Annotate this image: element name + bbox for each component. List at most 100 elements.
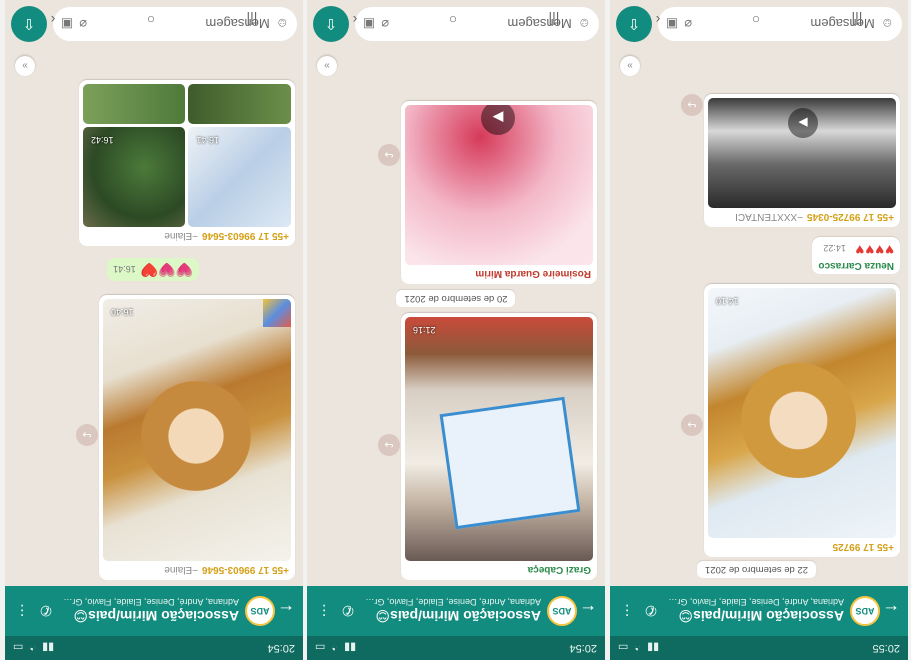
image-message[interactable]: +55 17 99725 14:10 [704,284,900,557]
group-avatar[interactable]: ADS [850,596,880,626]
status-bar: 20:55 ▮▮ ◔ ▭ [610,636,908,660]
recents-icon[interactable]: ||| [246,12,257,28]
back-arrow-icon[interactable]: ← [277,601,295,622]
forward-icon[interactable]: ↪ [378,434,400,456]
sender-phone: +55 17 99603-5646 [201,564,289,575]
call-icon[interactable]: ✆ [339,603,357,620]
image-message[interactable]: +55 17 99603-5646~Elaine 16:40 [99,295,295,580]
more-options-icon[interactable]: ⋮ [618,603,636,620]
home-icon[interactable]: ○ [752,12,760,28]
chat-header[interactable]: ← ADS Associação Mirim/pais😊 Adriana, An… [610,586,908,636]
play-button[interactable]: ▶ [481,105,515,135]
message-list[interactable]: +55 17 99603-5646~Elaine 16:40 ↪ 💗💗❤️ 16:… [5,48,303,586]
scroll-down-button[interactable]: » [620,56,640,76]
photo-booklet[interactable]: 16:41 [188,127,291,227]
recents-icon[interactable]: ||| [851,12,862,28]
signal-icon: ▮▮ [344,641,357,654]
more-options-icon[interactable]: ⋮ [13,603,31,620]
forward-icon[interactable]: ↪ [76,424,98,446]
sender-name: Neuza Carrasco [818,260,894,271]
message-time: 21:16 [413,325,436,335]
message-time: 16:41 [113,264,136,275]
image-message[interactable]: Grazi Cabeça 21:16 [401,313,597,580]
sender-name: ~Elaine [164,230,198,241]
image-grid-message[interactable]: +55 17 99603-5646~Elaine 16:41 16:42 [79,80,295,246]
video-thumbnail[interactable]: ▶ [708,98,896,208]
battery-icon: ▭ [315,641,326,654]
group-title: Associação Mirim/pais😊 [678,608,844,625]
group-title: Associação Mirim/pais😊 [73,608,239,625]
recents-icon[interactable]: ||| [548,12,559,28]
forward-icon[interactable]: ↪ [681,94,703,116]
reaction-emojis: 💗💗❤️ [140,262,193,278]
call-icon[interactable]: ✆ [642,603,660,620]
photo-plants[interactable]: 16:42 [83,127,186,227]
forward-icon[interactable]: ↪ [681,414,703,436]
back-icon[interactable]: ‹ [656,12,661,28]
message-time: 16:40 [111,307,134,317]
play-icon: ▶ [492,110,504,127]
forward-icon[interactable]: ↪ [378,144,400,166]
status-time: 20:54 [267,642,295,654]
phone-screenshot-1: 20:54 ▮▮ ◔ ▭ ← ADS Associação Mirim/pais😊 … [5,0,303,660]
group-avatar[interactable]: ADS [245,596,275,626]
photo-lion-craft[interactable]: 16:40 [103,299,291,561]
battery-icon: ▭ [13,641,24,654]
more-options-icon[interactable]: ⋮ [315,603,333,620]
call-icon[interactable]: ✆ [37,603,55,620]
battery-icon: ▭ [618,641,629,654]
group-members: Adriana, André, Denise, Elaide, Flavio, … [363,597,541,608]
sender-name: ~Elaine [164,564,198,575]
scroll-down-button[interactable]: » [15,56,35,76]
status-time: 20:55 [872,642,900,654]
home-icon[interactable]: ○ [449,12,457,28]
system-nav-bar: ||| ○ ‹ [5,0,303,40]
home-icon[interactable]: ○ [147,12,155,28]
photo-plants-2[interactable] [188,84,291,124]
back-arrow-icon[interactable]: ← [882,601,900,622]
chat-header[interactable]: ← ADS Associação Mirim/pais😊 Adriana, An… [5,586,303,636]
back-icon[interactable]: ‹ [51,12,56,28]
group-members: Adriana, André, Denise, Elaide, Flavio, … [666,597,844,608]
message-time: 14:22 [823,243,846,253]
message-list[interactable]: Grazi Cabeça 21:16 ↪ 20 de setembro de 2… [307,48,605,586]
wifi-icon: ◔ [29,642,37,654]
photo-child-booklet[interactable]: 21:16 [405,317,593,561]
phone-screenshot-2: 20:54 ▮▮ ◔ ▭ ← ADS Associação Mirim/pais😊 … [307,0,605,660]
phone-screenshot-3: 20:55 ▮▮ ◔ ▭ ← ADS Associação Mirim/pais😊 … [610,0,908,660]
play-button[interactable]: ▶ [788,108,818,138]
reaction-message[interactable]: 💗💗❤️ 16:41 [107,258,199,281]
group-avatar[interactable]: ADS [547,596,577,626]
date-chip: 22 de setembro de 2021 [697,561,816,578]
chat-screen-3: 20:55 ▮▮ ◔ ▭ ← ADS Associação Mirim/pais😊 … [610,0,908,660]
photo-lion-craft[interactable]: 14:10 [708,288,896,538]
back-arrow-icon[interactable]: ← [579,601,597,622]
sender-phone: +55 17 99725-0345 [806,211,894,222]
status-bar: 20:54 ▮▮ ◔ ▭ [307,636,605,660]
photo-plants-3[interactable] [83,84,186,124]
group-members: Adriana, André, Denise, Elaide, Flavio, … [61,597,239,608]
play-icon: ▶ [798,116,808,130]
message-time: 14:10 [716,296,739,306]
signal-icon: ▮▮ [647,641,660,654]
hearts-message[interactable]: Neuza Carrasco ♥♥♥♥ 14:22 [812,237,900,274]
group-title: Associação Mirim/pais😊 [375,608,541,625]
status-time: 20:54 [569,642,597,654]
status-bar: 20:54 ▮▮ ◔ ▭ [5,636,303,660]
sender-phone: +55 17 99603-5646 [201,230,289,241]
video-thumbnail[interactable]: ▶ [405,105,593,265]
video-message[interactable]: +55 17 99725-0345~XXXTENTACI ▶ [704,94,900,227]
video-message[interactable]: Rosimeire Guarda Mirim ▶ [401,101,597,284]
message-list[interactable]: 22 de setembro de 2021 +55 17 99725 14:1… [610,48,908,586]
sender-name: ~XXXTENTACI [735,211,803,222]
scroll-down-button[interactable]: » [317,56,337,76]
system-nav-bar: ||| ○ ‹ [307,0,605,40]
chat-screen-2: 20:54 ▮▮ ◔ ▭ ← ADS Associação Mirim/pais😊 … [307,0,605,660]
date-chip: 20 de setembro de 2021 [396,290,516,307]
chat-header[interactable]: ← ADS Associação Mirim/pais😊 Adriana, An… [307,586,605,636]
back-icon[interactable]: ‹ [353,12,358,28]
hearts-emojis: ♥♥♥♥ [854,241,894,258]
chat-screen-1: 20:54 ▮▮ ◔ ▭ ← ADS Associação Mirim/pais😊 … [5,0,303,660]
wifi-icon: ◔ [331,642,339,654]
wifi-icon: ◔ [634,642,642,654]
